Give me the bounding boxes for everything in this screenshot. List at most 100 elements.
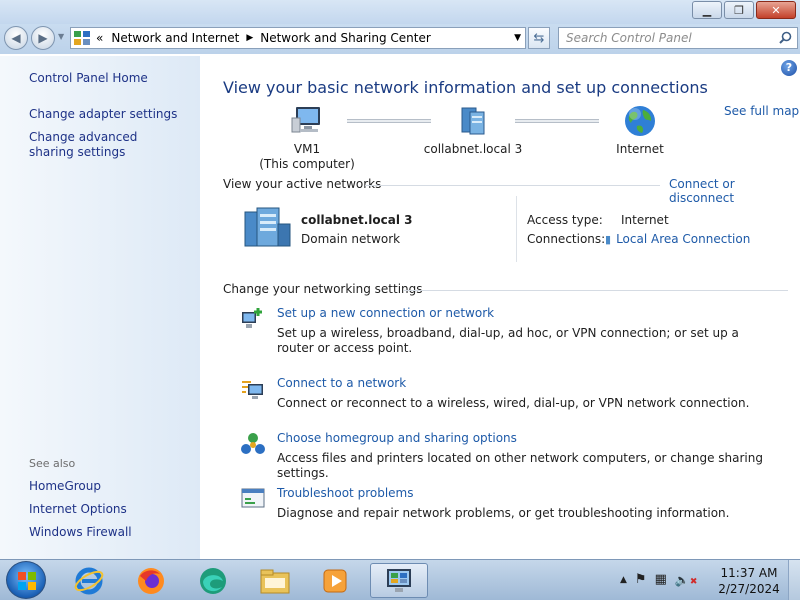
local-area-connection-link[interactable]: Local Area Connection: [616, 232, 750, 246]
breadcrumb-separator-icon[interactable]: ▶: [246, 33, 253, 43]
task-new-connection: Set up a new connection or network Set u…: [240, 306, 780, 356]
domain-network-icon[interactable]: [242, 206, 292, 248]
active-network-type: Domain network: [301, 232, 401, 246]
globe-icon: [625, 106, 655, 136]
show-desktop-button[interactable]: [788, 560, 800, 600]
troubleshoot-icon[interactable]: [240, 486, 266, 512]
search-placeholder: Search Control Panel: [566, 31, 692, 45]
main-content: ? View your basic network information an…: [200, 56, 800, 559]
active-network-name: collabnet.local 3: [301, 213, 413, 227]
refresh-icon: ⇆: [533, 30, 545, 46]
forward-arrow-icon: ▶: [38, 31, 48, 45]
address-toolbar: ◀ ▶ ▼ « Network and Internet ▶ Network a…: [0, 24, 800, 54]
media-player-icon: [323, 569, 347, 592]
edge-icon: [200, 567, 226, 594]
sidebar-control-panel-home[interactable]: Control Panel Home: [29, 71, 148, 86]
map-network-node[interactable]: collabnet.local 3: [418, 104, 528, 157]
start-button[interactable]: [6, 561, 46, 599]
close-icon: ✕: [771, 3, 781, 17]
control-panel-icon: [387, 568, 411, 592]
setup-new-connection-link[interactable]: Set up a new connection or network: [277, 306, 494, 320]
taskbar-file-explorer[interactable]: [252, 563, 298, 598]
vertical-divider: [516, 196, 517, 262]
network-tray-icon[interactable]: ▦: [655, 572, 667, 587]
computer-icon: [291, 107, 320, 133]
back-arrow-icon: ◀: [11, 31, 21, 45]
taskbar-control-panel[interactable]: [370, 563, 428, 598]
breadcrumb-network-and-internet[interactable]: Network and Internet: [111, 31, 239, 45]
search-icon[interactable]: [779, 31, 792, 44]
homegroup-icon[interactable]: [240, 431, 266, 457]
connect-to-network-desc: Connect or reconnect to a wireless, wire…: [277, 396, 750, 410]
map-link-line: [515, 119, 599, 123]
taskbar-internet-explorer[interactable]: [66, 563, 112, 598]
section-divider: [365, 185, 660, 186]
troubleshoot-link[interactable]: Troubleshoot problems: [277, 486, 413, 500]
taskbar-firefox[interactable]: [128, 563, 174, 598]
sidebar-change-advanced-sharing[interactable]: Change advanced sharing settings: [29, 130, 179, 160]
window-title-bar: ▁ ❐ ✕: [0, 0, 800, 24]
homegroup-sharing-desc: Access files and printers located on oth…: [277, 451, 763, 480]
system-tray: ▲ ⚑ ▦ 🔈✖: [620, 572, 697, 587]
taskbar: ▲ ⚑ ▦ 🔈✖ 11:37 AM 2/27/2024: [0, 559, 800, 600]
taskbar-clock[interactable]: 11:37 AM 2/27/2024: [712, 565, 786, 597]
setup-new-connection-desc: Set up a wireless, broadband, dial-up, a…: [277, 326, 739, 355]
address-dropdown-icon[interactable]: ▼: [514, 33, 521, 43]
active-networks-header: View your active networks: [223, 177, 382, 191]
task-connect-network: Connect to a network Connect or reconnec…: [240, 376, 780, 412]
help-icon[interactable]: ?: [781, 60, 797, 76]
search-input[interactable]: Search Control Panel: [558, 27, 798, 49]
change-settings-header: Change your networking settings: [223, 282, 423, 296]
address-bar[interactable]: « Network and Internet ▶ Network and Sha…: [70, 27, 526, 49]
sidebar-internet-options[interactable]: Internet Options: [29, 502, 127, 517]
address-overflow[interactable]: «: [96, 31, 103, 45]
refresh-button[interactable]: ⇆: [528, 27, 550, 49]
sidebar-homegroup[interactable]: HomeGroup: [29, 479, 101, 494]
see-full-map-link[interactable]: See full map: [724, 104, 799, 118]
back-button[interactable]: ◀: [4, 26, 28, 50]
map-computer-sub: (This computer): [259, 157, 355, 171]
connect-or-disconnect-link[interactable]: Connect or disconnect: [669, 177, 800, 205]
map-network-name: collabnet.local 3: [423, 142, 523, 156]
minimize-button[interactable]: ▁: [692, 1, 722, 19]
maximize-button[interactable]: ❐: [724, 1, 754, 19]
connections-label: Connections:: [527, 232, 606, 246]
action-center-flag-icon[interactable]: ⚑: [635, 572, 647, 587]
new-connection-icon[interactable]: [240, 306, 266, 332]
file-explorer-icon: [260, 569, 290, 593]
recent-pages-dropdown[interactable]: ▼: [58, 32, 64, 41]
sidebar-change-adapter-settings[interactable]: Change adapter settings: [29, 107, 177, 122]
volume-muted-icon[interactable]: 🔈✖: [675, 573, 698, 587]
windows-logo-icon: [18, 572, 36, 590]
connect-to-network-link[interactable]: Connect to a network: [277, 376, 406, 390]
homegroup-sharing-link[interactable]: Choose homegroup and sharing options: [277, 431, 517, 445]
clock-date: 2/27/2024: [718, 582, 780, 596]
clock-time: 11:37 AM: [720, 566, 778, 580]
taskbar-media-player[interactable]: [312, 563, 358, 598]
access-type-value: Internet: [621, 213, 669, 227]
map-internet-node[interactable]: Internet: [595, 104, 685, 157]
network-adapter-icon: ▮: [605, 233, 612, 246]
see-also-label: See also: [29, 457, 76, 470]
task-homegroup: Choose homegroup and sharing options Acc…: [240, 431, 780, 480]
restore-icon: ❐: [734, 3, 744, 17]
taskbar-edge[interactable]: [190, 563, 236, 598]
breadcrumb-network-and-sharing-center[interactable]: Network and Sharing Center: [260, 31, 431, 45]
control-panel-icon: [74, 31, 90, 45]
sidebar: Control Panel Home Change adapter settin…: [0, 56, 200, 559]
internet-explorer-icon: [74, 567, 104, 594]
show-hidden-icons-icon[interactable]: ▲: [620, 575, 627, 585]
task-troubleshoot: Troubleshoot problems Diagnose and repai…: [240, 486, 780, 522]
page-title: View your basic network information and …: [223, 78, 708, 97]
minimize-icon: ▁: [702, 3, 712, 17]
connections-value: ▮ Local Area Connection: [605, 232, 750, 246]
map-computer-node: VM1 (This computer): [254, 104, 360, 172]
troubleshoot-desc: Diagnose and repair network problems, or…: [277, 506, 730, 520]
sidebar-windows-firewall[interactable]: Windows Firewall: [29, 525, 132, 540]
connect-network-icon[interactable]: [240, 376, 266, 402]
access-type-label: Access type:: [527, 213, 603, 227]
window-controls: ▁ ❐ ✕: [690, 1, 796, 19]
map-internet-label: Internet: [616, 142, 664, 156]
close-button[interactable]: ✕: [756, 1, 796, 19]
forward-button[interactable]: ▶: [31, 26, 55, 50]
